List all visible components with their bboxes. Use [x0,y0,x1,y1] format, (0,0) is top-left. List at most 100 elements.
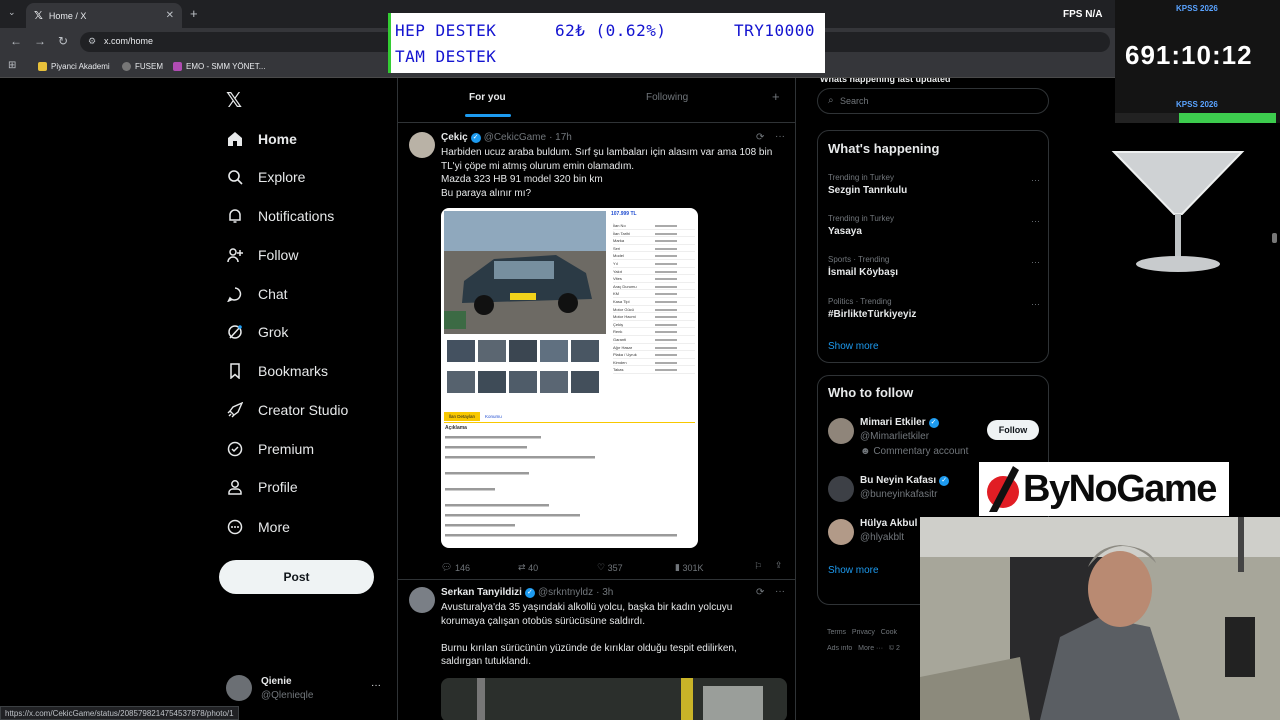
tweet-more-icon[interactable]: ··· [775,586,785,597]
post-button[interactable]: Post [219,560,374,594]
footer-link[interactable]: Terms [827,629,846,636]
countdown-label: KPSS 2026 [1176,100,1218,109]
tab-for-you[interactable]: For you [469,92,506,103]
tab-list-icon[interactable]: ⌄ [8,7,16,18]
account-name: Qienie [261,676,292,687]
reply-button[interactable]: 💬︎ 146 [441,562,470,573]
active-tab-indicator [465,114,511,117]
grok-action-icon[interactable]: ⟳ [756,587,764,598]
listing-spec-row: Motor Gücü [613,306,695,314]
search-icon [226,168,244,186]
bynogame-logo: ByNoGame [979,462,1229,516]
tab-title: Home / X [48,10,87,21]
follow-button[interactable]: Follow [987,420,1039,440]
nav-explore[interactable]: Explore [226,168,305,186]
footer-link[interactable]: More ··· [858,645,883,652]
nav-bookmarks[interactable]: Bookmarks [226,362,328,380]
close-tab-icon[interactable]: ✕ [166,10,174,21]
tweet-author-handle[interactable]: @CekicGame [484,132,546,143]
nav-label: Home [258,131,297,147]
nav-creator-studio[interactable]: Creator Studio [226,401,348,419]
footer-link[interactable]: Ads info [827,645,852,652]
tweet-time[interactable]: · 17h [549,132,572,143]
browser-tab[interactable]: 𝕏 Home / X ✕ [26,3,182,28]
bookmark-favicon-icon [173,62,182,71]
bookmark-item[interactable]: Piyanci Akademi [38,62,110,71]
site-info-icon[interactable]: ⚙ [88,36,96,47]
person-plus-icon [226,246,244,264]
tweet-video[interactable] [441,678,787,720]
tweet-text: Avusturalya'da 35 yaşındaki alkollü yolc… [441,602,737,667]
share-button[interactable]: ⇪ [775,560,783,571]
listing-spec-row: Garanti [613,336,695,344]
x-favicon-icon: 𝕏 [34,10,43,22]
reload-icon[interactable]: ↻ [58,34,68,48]
feed-tabs: For you Following + [398,78,795,123]
person-icon [226,478,244,496]
trend-item[interactable]: Politics · Trending #BirlikteTürkiyeyiz ·… [828,297,1040,320]
account-switcher[interactable]: Qienie @Qlenieqle ··· [226,674,386,704]
show-more-link[interactable]: Show more [828,341,879,352]
search-input[interactable]: ⌕ Search [817,88,1049,114]
footer-link[interactable]: Privacy [852,629,875,636]
tweet-time[interactable]: · 3h [596,587,613,598]
nav-chat[interactable]: Chat [226,285,288,303]
footer-link[interactable]: Cook [881,629,897,636]
nav-notifications[interactable]: Notifications [226,207,334,225]
page-scrollbar[interactable] [1272,233,1277,243]
trend-item[interactable]: Trending in Turkey Yasaya ··· [828,214,1040,237]
apps-grid-icon[interactable]: ⊞ [8,60,16,71]
back-icon[interactable]: ← [10,34,22,48]
trend-item[interactable]: Trending in Turkey Sezgin Tanrıkulu ··· [828,173,1040,196]
grok-action-icon[interactable]: ⟳ [756,132,764,143]
avatar[interactable] [409,587,435,613]
trend-more-icon[interactable]: ··· [1031,257,1040,267]
show-more-link[interactable]: Show more [828,565,879,576]
ticker-text: HEP DESTEK [395,21,497,40]
like-button[interactable]: ♡ 357 [597,562,623,573]
nav-label: Bookmarks [258,363,329,379]
main-feed: For you Following + Çekiç ✓ @CekicGame ·… [397,78,796,720]
views-button[interactable]: ▮ 301K [675,562,704,573]
tweet-author-handle[interactable]: @srkntnyldz [538,587,593,598]
listing-spec-row: Kimden [613,359,695,367]
x-logo-icon[interactable]: 𝕏 [226,88,242,113]
listing-spec-row: Renk [613,328,695,336]
bookmark-item[interactable]: EMO - SMM YÖNET... [173,62,265,71]
tweet[interactable]: Serkan Tanyildizi ✓ @srkntnyldz · 3h ⟳ ·… [398,581,795,720]
tweet[interactable]: Çekiç ✓ @CekicGame · 17h ⟳ ··· Harbiden … [398,124,795,580]
forward-icon[interactable]: → [34,34,46,48]
repost-button[interactable]: ⇄ 40 [518,562,538,573]
nav-grok[interactable]: Grok [226,323,288,341]
tweet-author-name[interactable]: Çekiç [441,132,468,143]
tweet-more-icon[interactable]: ··· [775,131,785,142]
trend-more-icon[interactable]: ··· [1031,216,1040,226]
nav-premium[interactable]: Premium [226,440,314,458]
add-tab-icon[interactable]: + [772,89,780,104]
verified-badge-icon: ✓ [939,475,950,486]
nav-home[interactable]: Home [226,130,297,148]
tweet-author-name[interactable]: Serkan Tanyildizi [441,587,522,598]
nav-follow[interactable]: Follow [226,246,298,264]
trend-item[interactable]: Sports · Trending İsmail Köybaşı ··· [828,255,1040,278]
tweet-image[interactable]: 107.999 TL İlan No İlan Tarihi Marka Seri Mo… [441,208,698,548]
listing-spec-row: Motor Hacmi [613,313,695,321]
follow-suggestion[interactable]: Mimari Etkiler ✓ @Mimarlietkiler ☻ Commen… [828,416,1043,460]
trend-more-icon[interactable]: ··· [1031,175,1040,185]
nav-label: Chat [258,286,288,302]
avatar[interactable] [828,418,854,444]
trend-more-icon[interactable]: ··· [1031,299,1040,309]
avatar[interactable] [828,519,854,545]
nav-profile[interactable]: Profile [226,478,298,496]
more-circle-icon [226,518,244,536]
bookmark-button[interactable]: ⚐ [754,561,762,572]
share-icon: ⇪ [775,560,783,570]
avatar[interactable] [828,476,854,502]
nav-more[interactable]: More [226,518,290,536]
new-tab-icon[interactable]: + [190,6,198,21]
tab-following[interactable]: Following [646,92,688,103]
avatar[interactable] [409,132,435,158]
bookmark-item[interactable]: FUSEM [122,62,163,71]
rocket-icon [226,401,244,419]
more-horizontal-icon[interactable]: ··· [371,680,381,691]
